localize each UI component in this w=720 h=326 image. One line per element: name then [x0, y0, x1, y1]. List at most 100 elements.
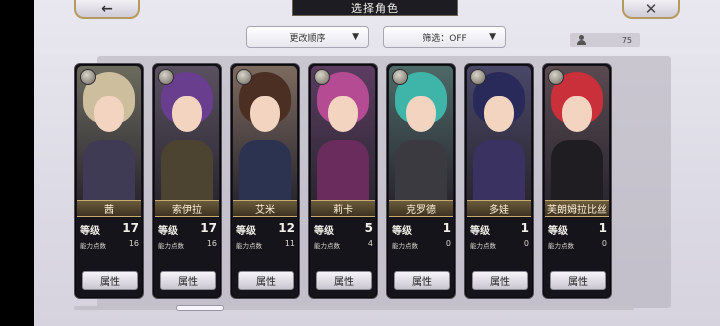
ability-points-value: 0	[523, 239, 529, 248]
ability-points-label: 能力点数	[548, 242, 574, 250]
level-label: 等级	[314, 226, 334, 237]
chevron-down-icon: ▼	[489, 32, 496, 42]
portrait-face	[94, 96, 124, 132]
sword-icon	[80, 69, 96, 85]
character-stats: 等级 1 能力点数 0	[469, 221, 531, 253]
attributes-button[interactable]: 属性	[550, 271, 606, 290]
character-stats: 等级 1 能力点数 0	[547, 221, 609, 253]
character-portrait[interactable]	[311, 66, 375, 200]
character-count-badge: 75	[570, 33, 640, 47]
level-value: 1	[598, 221, 607, 235]
filter-dropdown[interactable]: 筛选：OFF ▼	[383, 26, 506, 48]
portrait-face	[406, 96, 436, 132]
character-card[interactable]: 索伊拉 等级 17 能力点数 16 属性	[152, 63, 222, 299]
character-stats: 等级 1 能力点数 0	[391, 221, 453, 253]
attributes-button[interactable]: 属性	[160, 271, 216, 290]
level-label: 等级	[236, 226, 256, 237]
ability-points-value: 11	[284, 239, 295, 248]
person-icon	[577, 35, 586, 45]
character-portrait[interactable]	[545, 66, 609, 200]
character-stats: 等级 5 能力点数 4	[313, 221, 375, 253]
attributes-button[interactable]: 属性	[472, 271, 528, 290]
ability-points-label: 能力点数	[470, 242, 496, 250]
level-value: 1	[520, 221, 529, 235]
level-label: 等级	[470, 226, 490, 237]
close-button[interactable]: ✕	[622, 0, 680, 19]
sword-icon	[158, 69, 174, 85]
page-title: 选择角色	[292, 0, 458, 16]
filter-label: 筛选：OFF	[422, 33, 467, 44]
portrait-face	[562, 96, 592, 132]
character-name: 芙朗姆拉比丝	[545, 200, 609, 217]
character-count: 75	[621, 35, 632, 45]
level-value: 17	[122, 221, 139, 235]
character-card[interactable]: 莉卡 等级 5 能力点数 4 属性	[308, 63, 378, 299]
portrait-outfit	[239, 140, 291, 200]
character-name: 茜	[77, 200, 141, 217]
ability-points-value: 0	[445, 239, 451, 248]
portrait-outfit	[473, 140, 525, 200]
spiral-icon	[548, 69, 564, 85]
attributes-button[interactable]: 属性	[316, 271, 372, 290]
level-label: 等级	[548, 226, 568, 237]
top-bar: ← 选择角色 ✕	[34, 0, 720, 20]
ability-points-label: 能力点数	[314, 242, 340, 250]
character-portrait[interactable]	[389, 66, 453, 200]
character-stats: 等级 17 能力点数 16	[79, 221, 141, 253]
character-name: 艾米	[233, 200, 297, 217]
character-card[interactable]: 芙朗姆拉比丝 等级 1 能力点数 0 属性	[542, 63, 612, 299]
character-name: 索伊拉	[155, 200, 219, 217]
attributes-button[interactable]: 属性	[394, 271, 450, 290]
level-value: 5	[364, 221, 373, 235]
ability-points-label: 能力点数	[392, 242, 418, 250]
character-portrait[interactable]	[155, 66, 219, 200]
character-stats: 等级 17 能力点数 16	[157, 221, 219, 253]
level-label: 等级	[392, 226, 412, 237]
portrait-outfit	[83, 140, 135, 200]
chevron-down-icon: ▼	[352, 32, 359, 42]
character-stats: 等级 12 能力点数 11	[235, 221, 297, 253]
attributes-button[interactable]: 属性	[238, 271, 294, 290]
sword-icon	[314, 69, 330, 85]
sword-icon	[236, 69, 252, 85]
level-value: 17	[200, 221, 217, 235]
ability-points-value: 4	[367, 239, 373, 248]
character-card[interactable]: 艾米 等级 12 能力点数 11 属性	[230, 63, 300, 299]
portrait-face	[250, 96, 280, 132]
back-button[interactable]: ←	[74, 0, 140, 19]
ability-points-value: 16	[206, 239, 217, 248]
portrait-outfit	[317, 140, 369, 200]
ability-points-label: 能力点数	[236, 242, 262, 250]
portrait-face	[172, 96, 202, 132]
character-name: 多娃	[467, 200, 531, 217]
character-name: 莉卡	[311, 200, 375, 217]
character-portrait[interactable]	[77, 66, 141, 200]
portrait-outfit	[395, 140, 447, 200]
horizontal-scrollbar-thumb[interactable]	[176, 305, 224, 311]
portrait-outfit	[161, 140, 213, 200]
character-card[interactable]: 茜 等级 17 能力点数 16 属性	[74, 63, 144, 299]
horizontal-scrollbar-track[interactable]	[74, 306, 634, 310]
sort-order-dropdown[interactable]: 更改顺序 ▼	[246, 26, 369, 48]
portrait-face	[484, 96, 514, 132]
character-card[interactable]: 克罗德 等级 1 能力点数 0 属性	[386, 63, 456, 299]
portrait-face	[328, 96, 358, 132]
portrait-outfit	[551, 140, 603, 200]
sort-order-label: 更改顺序	[289, 33, 326, 44]
level-value: 1	[442, 221, 451, 235]
character-name: 克罗德	[389, 200, 453, 217]
level-label: 等级	[158, 226, 178, 237]
character-card[interactable]: 多娃 等级 1 能力点数 0 属性	[464, 63, 534, 299]
ability-points-value: 0	[601, 239, 607, 248]
ability-points-value: 16	[128, 239, 139, 248]
level-value: 12	[278, 221, 295, 235]
spiral-icon	[470, 69, 486, 85]
ability-points-label: 能力点数	[80, 242, 106, 250]
sword-icon	[392, 69, 408, 85]
attributes-button[interactable]: 属性	[82, 271, 138, 290]
character-portrait[interactable]	[467, 66, 531, 200]
character-card-list: 茜 等级 17 能力点数 16 属性 索伊拉 等级 17 能力点数 16 属性 …	[74, 63, 634, 299]
character-portrait[interactable]	[233, 66, 297, 200]
ability-points-label: 能力点数	[158, 242, 184, 250]
level-label: 等级	[80, 226, 100, 237]
